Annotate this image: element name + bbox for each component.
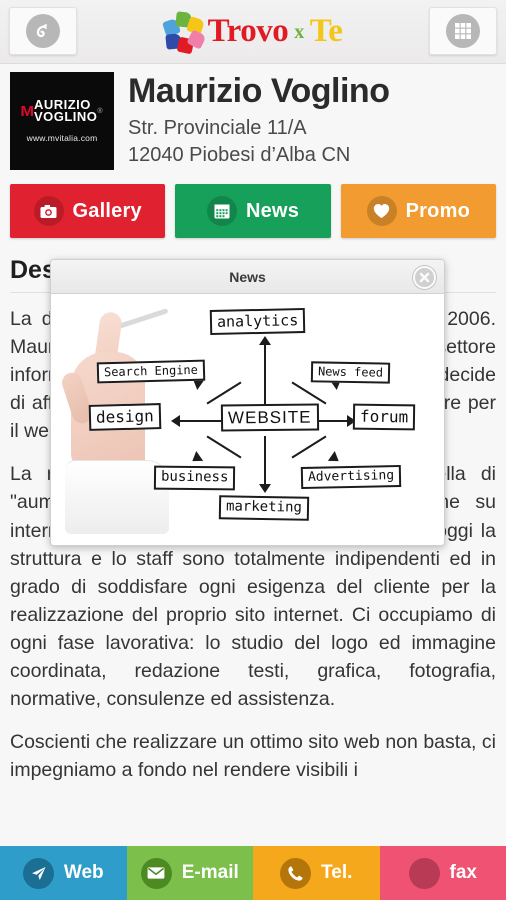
business-header: M AURIZIO VOGLINO ® www.mvitalia.com Mau… bbox=[0, 64, 506, 172]
hands-icon bbox=[161, 10, 207, 54]
business-info: Maurizio Voglino Str. Provinciale 11/A 1… bbox=[128, 72, 390, 170]
arrowhead-down bbox=[259, 484, 271, 493]
connector-down bbox=[264, 436, 266, 486]
registered-mark: ® bbox=[97, 107, 103, 115]
modal-title: News bbox=[229, 268, 266, 285]
bottom-item-fax-label: fax bbox=[449, 862, 477, 883]
action-buttons: Gallery News Promo bbox=[0, 172, 506, 252]
grid-menu-icon bbox=[446, 14, 480, 48]
diagram-node-marketing: marketing bbox=[218, 495, 310, 521]
envelope-icon bbox=[140, 857, 172, 889]
news-button-label: News bbox=[245, 199, 300, 222]
app-logo[interactable]: Trovo x Te bbox=[161, 10, 343, 54]
news-modal: News analytics Search Engine News feed d… bbox=[50, 259, 445, 546]
gallery-button-label: Gallery bbox=[72, 199, 142, 222]
back-button[interactable] bbox=[9, 7, 77, 55]
bottom-item-email[interactable]: E-mail bbox=[126, 846, 253, 900]
connector-downright bbox=[291, 435, 327, 459]
arrowhead-downleft bbox=[188, 451, 204, 466]
diagram-node-analytics: analytics bbox=[209, 308, 306, 335]
business-address-line2: 12040 Piobesi d’Alba CN bbox=[128, 143, 351, 166]
website-diagram-image: analytics Search Engine News feed design… bbox=[51, 294, 444, 545]
connector-upleft bbox=[206, 381, 242, 405]
gallery-button[interactable]: Gallery bbox=[10, 184, 166, 238]
logo-text-x: x bbox=[294, 20, 304, 43]
bottom-item-tel-label: Tel. bbox=[321, 862, 353, 883]
logo-text-trovo: Trovo bbox=[207, 13, 289, 49]
phone-icon bbox=[280, 857, 312, 889]
top-bar: Trovo x Te bbox=[0, 0, 506, 64]
diagram-node-forum: forum bbox=[352, 403, 416, 431]
diagram-node-news-feed: News feed bbox=[310, 361, 391, 384]
calendar-icon bbox=[206, 196, 237, 226]
connector-up bbox=[264, 344, 266, 406]
app-root: Trovo x Te M AURIZIO VOGLINO ® www.mvita… bbox=[0, 0, 506, 900]
business-address-line1: Str. Provinciale 11/A bbox=[128, 116, 307, 139]
business-logo: M AURIZIO VOGLINO ® www.mvitalia.com bbox=[10, 72, 114, 170]
diagram-node-design: design bbox=[88, 403, 162, 431]
business-logo-line2: VOGLINO bbox=[33, 109, 98, 124]
arrowhead-downright bbox=[327, 451, 343, 466]
business-logo-url: www.mvitalia.com bbox=[26, 132, 98, 143]
heart-icon bbox=[366, 196, 397, 226]
diagram-node-advertising: Advertising bbox=[300, 464, 402, 490]
modal-body: analytics Search Engine News feed design… bbox=[51, 294, 444, 545]
diagram-node-business: business bbox=[153, 465, 236, 490]
promo-button-label: Promo bbox=[405, 199, 470, 222]
connector-downleft bbox=[206, 435, 242, 459]
bottom-item-web[interactable]: Web bbox=[0, 846, 127, 900]
close-circle-icon[interactable] bbox=[413, 266, 436, 289]
description-paragraph-3: Coscienti che realizzare un ottimo sito … bbox=[10, 731, 496, 782]
camera-icon bbox=[33, 196, 64, 226]
connector-left bbox=[179, 420, 227, 422]
bottom-bar: Web E-mail Tel. fax bbox=[0, 846, 506, 900]
bottom-item-tel[interactable]: Tel. bbox=[253, 846, 380, 900]
business-logo-mark: M bbox=[20, 102, 35, 120]
back-arrow-icon bbox=[26, 14, 60, 48]
arrowhead-left bbox=[171, 415, 180, 427]
bottom-item-email-label: E-mail bbox=[181, 862, 239, 883]
modal-header: News bbox=[51, 260, 444, 294]
fax-circle-icon bbox=[408, 857, 440, 889]
paper-plane-icon bbox=[22, 857, 54, 889]
grid-menu-button[interactable] bbox=[429, 7, 497, 55]
diagram-node-search-engine: Search Engine bbox=[96, 359, 206, 384]
logo-text-te: Te bbox=[309, 13, 343, 49]
promo-button[interactable]: Promo bbox=[340, 184, 496, 238]
bottom-item-web-label: Web bbox=[63, 862, 104, 883]
business-name: Maurizio Voglino bbox=[128, 72, 390, 110]
arrowhead-up bbox=[259, 336, 271, 345]
diagram-node-website: WEBSITE bbox=[220, 403, 319, 432]
pen bbox=[117, 308, 169, 329]
bottom-item-fax[interactable]: fax bbox=[379, 846, 506, 900]
news-button[interactable]: News bbox=[175, 184, 331, 238]
connector-upright bbox=[291, 381, 327, 405]
